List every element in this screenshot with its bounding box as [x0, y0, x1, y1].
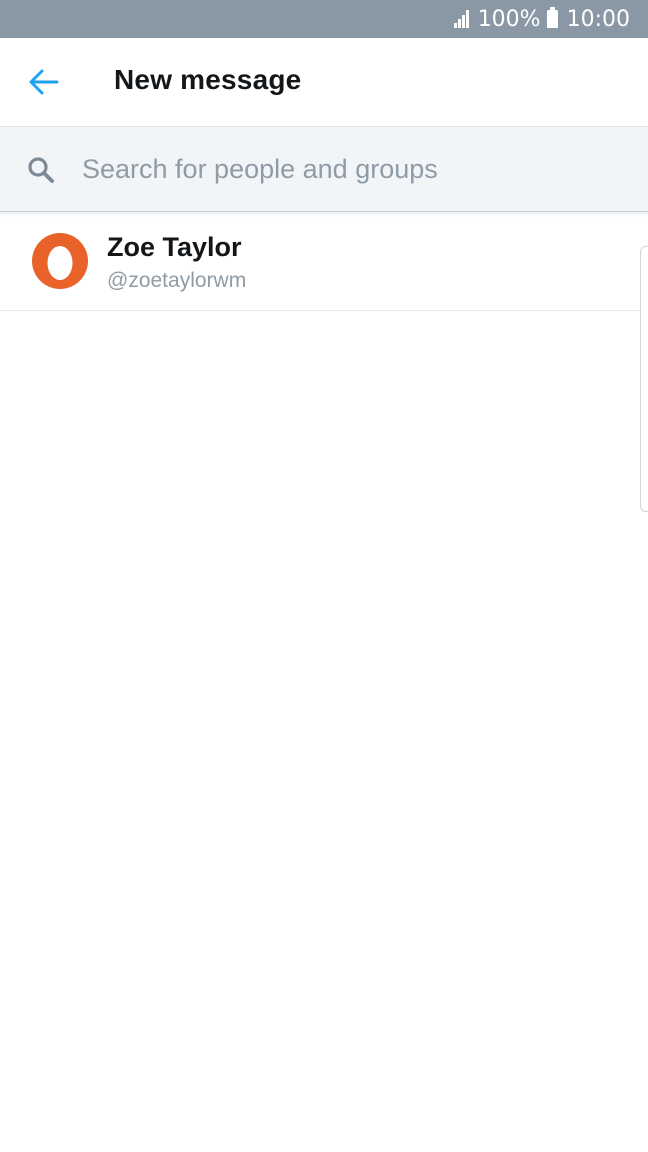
- search-input[interactable]: [82, 147, 622, 191]
- back-button[interactable]: [22, 60, 66, 104]
- default-egg-avatar-icon: [32, 233, 88, 289]
- edge-panel-handle[interactable]: [640, 246, 648, 512]
- app-header: New message: [0, 38, 648, 127]
- arrow-left-icon: [29, 69, 59, 95]
- signal-icon: [453, 10, 470, 28]
- battery-icon: [546, 7, 558, 28]
- status-bar: 100% 10:00: [0, 0, 648, 38]
- user-handle: @zoetaylorwm: [107, 269, 247, 292]
- new-message-screen: 100% 10:00 New message Zoe Taylor @zoeta…: [0, 0, 648, 1152]
- battery-percent: 100%: [477, 6, 541, 32]
- user-name: Zoe Taylor: [107, 232, 242, 262]
- clock-time: 10:00: [566, 6, 630, 32]
- page-title: New message: [114, 64, 302, 95]
- search-icon: [28, 157, 54, 183]
- list-item[interactable]: Zoe Taylor @zoetaylorwm: [0, 212, 648, 311]
- search-bar: [0, 127, 648, 212]
